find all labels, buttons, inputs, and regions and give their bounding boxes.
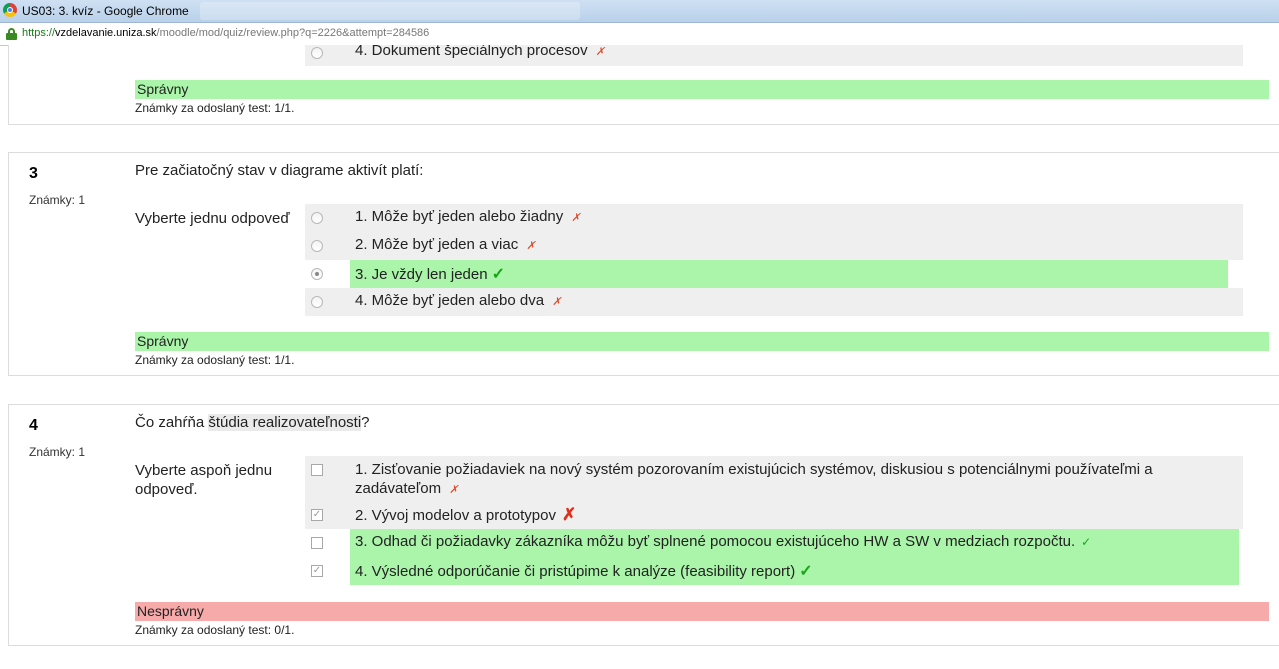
q3-mark-info: Známky za odoslaný test: 1/1.: [135, 353, 295, 367]
background-tabs: [200, 2, 580, 20]
window-title: US03: 3. kvíz - Google Chrome: [22, 4, 189, 18]
q3-prompt: Vyberte jednu odpoveď: [135, 210, 290, 227]
q3-answer-3-radio[interactable]: [311, 268, 323, 280]
q4-number: 4: [29, 417, 38, 434]
question-2-card: 4. Dokument špeciálnych procesov ✗ Správn…: [8, 45, 1279, 125]
q4-answer-3-label: 3. Odhad či požiadavky zákazníka môžu by…: [355, 533, 1076, 550]
correct-check-icon: ✓: [799, 563, 813, 580]
incorrect-cross-icon: ✗: [552, 296, 562, 308]
q4-mark-info: Známky za odoslaný test: 0/1.: [135, 623, 295, 637]
lock-icon[interactable]: [6, 28, 17, 40]
incorrect-cross-icon: ✗: [449, 484, 459, 496]
incorrect-cross-icon: ✗: [561, 505, 577, 524]
q3-answer-1: 1. Môže byť jeden alebo žiadny ✗: [305, 204, 1243, 232]
q2-answer-4: 4. Dokument špeciálnych procesov ✗: [305, 45, 1243, 66]
q2-answer-4-label: 4. Dokument špeciálnych procesov: [355, 45, 588, 59]
q4-state-incorrect: Nesprávny: [135, 602, 1269, 621]
q3-text: Pre začiatočný stav v diagrame aktivít p…: [135, 162, 424, 179]
quiz-review-content: 4. Dokument špeciálnych procesov ✗ Správn…: [0, 45, 1279, 669]
q3-answer-3: 3. Je vždy len jeden ✓: [305, 260, 1243, 288]
correct-check-icon: ✓: [1081, 535, 1092, 549]
incorrect-cross-icon: ✗: [595, 46, 605, 58]
q4-answer-1-label: 1. Zisťovanie požiadaviek na nový systém…: [355, 461, 1153, 497]
address-bar[interactable]: https://vzdelavanie.uniza.sk/moodle/mod/…: [0, 23, 1279, 46]
correct-check-icon: ✓: [491, 266, 505, 283]
incorrect-cross-icon: ✗: [526, 240, 536, 252]
q3-number: 3: [29, 165, 38, 182]
q4-prompt: Vyberte aspoň jednu odpoveď.: [135, 462, 273, 498]
q3-answer-1-label: 1. Môže byť jeden alebo žiadny: [355, 208, 564, 225]
window-title-bar: US03: 3. kvíz - Google Chrome: [0, 0, 1279, 23]
q4-text-highlight: štúdia realizovateľnosti: [208, 414, 362, 431]
q4-answer-2-checkbox[interactable]: ✓: [311, 509, 323, 521]
incorrect-cross-icon: ✗: [571, 212, 581, 224]
q3-grade: Známky: 1: [29, 193, 86, 207]
q2-mark-info: Známky za odoslaný test: 1/1.: [135, 101, 295, 115]
q4-answer-2: ✓ 2. Vývoj modelov a prototypov ✗: [305, 501, 1243, 529]
q4-grade: Známky: 1: [29, 445, 86, 459]
q4-text: Čo zahŕňa štúdia realizovateľnosti?: [135, 414, 370, 431]
chrome-logo-icon: [3, 3, 17, 17]
q4-answer-3: 3. Odhad či požiadavky zákazníka môžu by…: [305, 529, 1243, 557]
question-3-card: 3 Známky: 1 Pre začiatočný stav v diagra…: [8, 152, 1279, 376]
q4-answer-4: ✓ 4. Výsledné odporúčanie či pristúpime …: [305, 557, 1243, 585]
q3-answer-2: 2. Môže byť jeden a viac ✗: [305, 232, 1243, 260]
q3-state-correct: Správny: [135, 332, 1269, 351]
q3-answer-2-radio[interactable]: [311, 240, 323, 252]
q4-answer-3-checkbox[interactable]: [311, 537, 323, 549]
q4-answer-1-checkbox[interactable]: [311, 464, 323, 476]
question-4-card: 4 Známky: 1 Čo zahŕňa štúdia realizovate…: [8, 404, 1279, 646]
q4-answer-2-label: 2. Vývoj modelov a prototypov: [355, 507, 556, 524]
q3-answer-4-radio[interactable]: [311, 296, 323, 308]
q3-answer-2-label: 2. Môže byť jeden a viac: [355, 236, 519, 253]
q4-answer-1: 1. Zisťovanie požiadaviek na nový systém…: [305, 456, 1243, 501]
q3-answer-4-label: 4. Môže byť jeden alebo dva: [355, 292, 545, 309]
q3-answer-1-radio[interactable]: [311, 212, 323, 224]
q2-state-correct: Správny: [135, 80, 1269, 99]
url-text[interactable]: https://vzdelavanie.uniza.sk/moodle/mod/…: [22, 27, 429, 39]
q3-answer-4: 4. Môže byť jeden alebo dva ✗: [305, 288, 1243, 316]
q2-answer-4-radio[interactable]: [311, 47, 323, 59]
q4-answer-4-label: 4. Výsledné odporúčanie či pristúpime k …: [355, 563, 796, 580]
q4-answer-4-checkbox[interactable]: ✓: [311, 565, 323, 577]
q3-answer-3-label: 3. Je vždy len jeden: [355, 266, 488, 283]
